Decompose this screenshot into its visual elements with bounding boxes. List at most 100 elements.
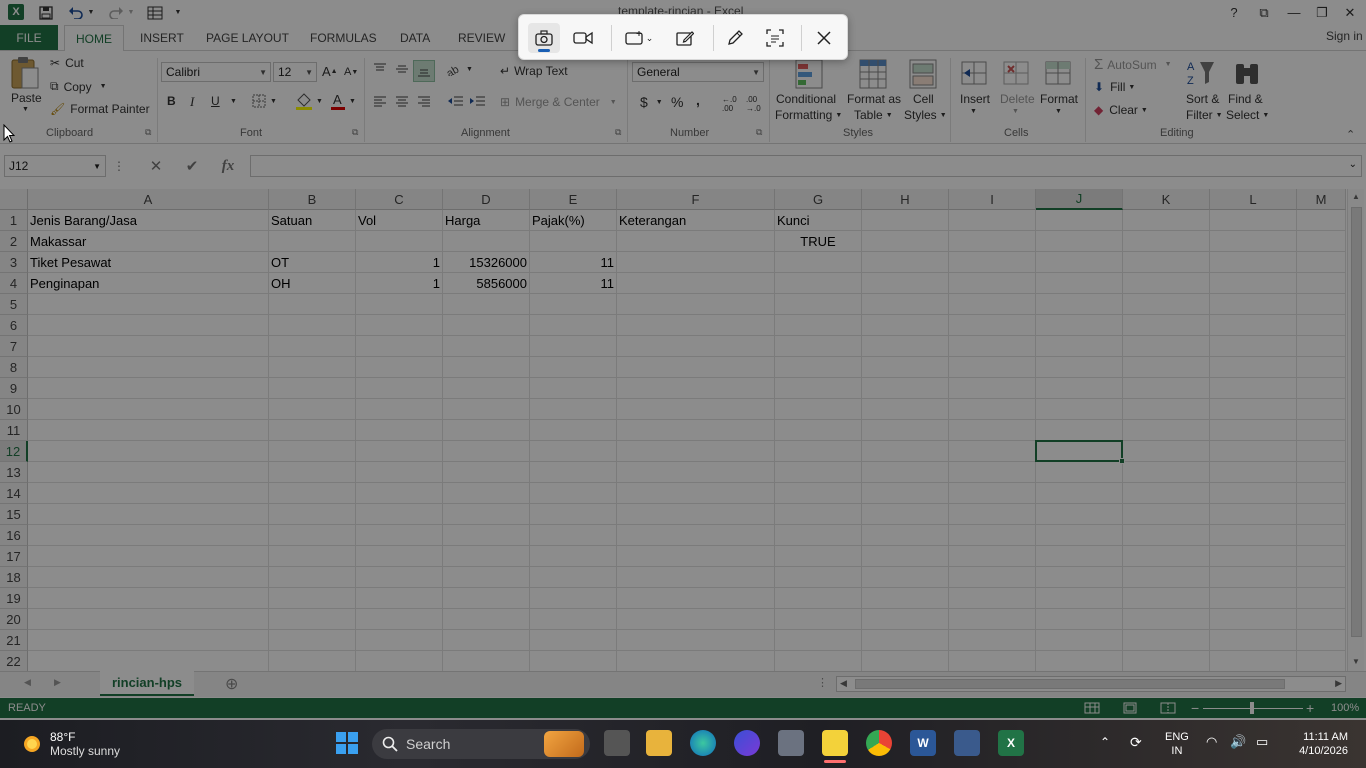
scroll-right-icon[interactable]: ▶: [1335, 678, 1342, 689]
cell-b14[interactable]: [269, 483, 356, 504]
cell-e1[interactable]: Pajak(%): [530, 210, 617, 231]
cell-f21[interactable]: [617, 630, 775, 651]
cell-k21[interactable]: [1123, 630, 1210, 651]
cell-j1[interactable]: [1036, 210, 1123, 231]
cell-j4[interactable]: [1036, 273, 1123, 294]
cell-b10[interactable]: [269, 399, 356, 420]
screenshot-mode-button[interactable]: [528, 23, 560, 53]
cell-l20[interactable]: [1210, 609, 1297, 630]
cell-m13[interactable]: [1297, 462, 1346, 483]
cell-e7[interactable]: [530, 336, 617, 357]
insert-cells-icon[interactable]: [960, 58, 988, 88]
format-cells-icon[interactable]: [1044, 58, 1072, 88]
number-format-combo[interactable]: General ▼: [632, 62, 764, 82]
cell-a15[interactable]: [28, 504, 269, 525]
row-header-19[interactable]: 19: [0, 588, 28, 609]
cell-f3[interactable]: [617, 252, 775, 273]
increase-decimal-icon[interactable]: ←.0.00: [722, 95, 737, 113]
cell-k2[interactable]: [1123, 231, 1210, 252]
page-layout-view-icon[interactable]: [1122, 698, 1138, 718]
cell-k20[interactable]: [1123, 609, 1210, 630]
cell-f22[interactable]: [617, 651, 775, 671]
cell-i16[interactable]: [949, 525, 1036, 546]
cell-e15[interactable]: [530, 504, 617, 525]
cell-i8[interactable]: [949, 357, 1036, 378]
cell-i7[interactable]: [949, 336, 1036, 357]
borders-icon[interactable]: ▼: [252, 94, 277, 108]
conditional-formatting-line1[interactable]: Conditional: [776, 92, 836, 106]
camera-app-icon[interactable]: [778, 730, 804, 756]
cell-m9[interactable]: [1297, 378, 1346, 399]
cell-c16[interactable]: [356, 525, 443, 546]
cell-l19[interactable]: [1210, 588, 1297, 609]
row-header-4[interactable]: 4: [0, 273, 28, 294]
cell-g2[interactable]: TRUE: [775, 231, 862, 252]
cell-k12[interactable]: [1123, 441, 1210, 462]
cell-b22[interactable]: [269, 651, 356, 671]
column-header-f[interactable]: F: [617, 189, 775, 210]
cell-k15[interactable]: [1123, 504, 1210, 525]
cell-e22[interactable]: [530, 651, 617, 671]
cell-c9[interactable]: [356, 378, 443, 399]
wifi-icon[interactable]: ◠: [1206, 734, 1217, 750]
cell-a12[interactable]: [28, 441, 269, 462]
cell-l1[interactable]: [1210, 210, 1297, 231]
cell-a9[interactable]: [28, 378, 269, 399]
format-as-table-icon[interactable]: [858, 58, 888, 90]
row-header-10[interactable]: 10: [0, 399, 28, 420]
cell-m2[interactable]: [1297, 231, 1346, 252]
autosum-button[interactable]: Σ AutoSum ▼: [1094, 56, 1172, 73]
cell-h14[interactable]: [862, 483, 949, 504]
cell-j22[interactable]: [1036, 651, 1123, 671]
cell-i12[interactable]: [949, 441, 1036, 462]
cell-h16[interactable]: [862, 525, 949, 546]
cell-h15[interactable]: [862, 504, 949, 525]
cell-b20[interactable]: [269, 609, 356, 630]
row-header-3[interactable]: 3: [0, 252, 28, 273]
edge-browser-icon[interactable]: [690, 730, 716, 756]
cell-a1[interactable]: Jenis Barang/Jasa: [28, 210, 269, 231]
cell-i2[interactable]: [949, 231, 1036, 252]
cell-l17[interactable]: [1210, 546, 1297, 567]
sheet-scroll-right-icon[interactable]: ▶: [54, 677, 61, 688]
cell-k13[interactable]: [1123, 462, 1210, 483]
collapse-ribbon-icon[interactable]: ⌃: [1346, 128, 1355, 141]
cell-f20[interactable]: [617, 609, 775, 630]
cell-a7[interactable]: [28, 336, 269, 357]
conditional-formatting-button[interactable]: Formatting ▼: [775, 108, 842, 122]
cell-b18[interactable]: [269, 567, 356, 588]
cell-h18[interactable]: [862, 567, 949, 588]
cell-b21[interactable]: [269, 630, 356, 651]
cell-c8[interactable]: [356, 357, 443, 378]
cell-c12[interactable]: [356, 441, 443, 462]
format-as-table-button[interactable]: Table ▼: [854, 108, 893, 122]
cell-styles-button[interactable]: Styles ▼: [904, 108, 947, 122]
cell-j18[interactable]: [1036, 567, 1123, 588]
tab-file[interactable]: FILE: [0, 25, 58, 50]
cell-c14[interactable]: [356, 483, 443, 504]
cell-d11[interactable]: [443, 420, 530, 441]
cell-c17[interactable]: [356, 546, 443, 567]
column-header-h[interactable]: H: [862, 189, 949, 210]
cell-f11[interactable]: [617, 420, 775, 441]
cell-j21[interactable]: [1036, 630, 1123, 651]
align-left-icon[interactable]: [372, 94, 388, 108]
cell-b4[interactable]: OH: [269, 273, 356, 294]
cell-c20[interactable]: [356, 609, 443, 630]
tab-page-layout[interactable]: PAGE LAYOUT: [206, 25, 289, 50]
cell-i17[interactable]: [949, 546, 1036, 567]
cell-j9[interactable]: [1036, 378, 1123, 399]
cell-i1[interactable]: [949, 210, 1036, 231]
cell-j7[interactable]: [1036, 336, 1123, 357]
cell-e4[interactable]: 11: [530, 273, 617, 294]
expand-formula-icon[interactable]: ⌄: [1349, 159, 1357, 170]
align-right-icon[interactable]: [416, 94, 432, 108]
cell-c1[interactable]: Vol: [356, 210, 443, 231]
cell-l10[interactable]: [1210, 399, 1297, 420]
cell-f18[interactable]: [617, 567, 775, 588]
cell-b1[interactable]: Satuan: [269, 210, 356, 231]
cell-e21[interactable]: [530, 630, 617, 651]
cell-b17[interactable]: [269, 546, 356, 567]
currency-dropdown-icon[interactable]: ▼: [656, 99, 663, 106]
insert-cells-button[interactable]: Insert: [960, 92, 990, 106]
